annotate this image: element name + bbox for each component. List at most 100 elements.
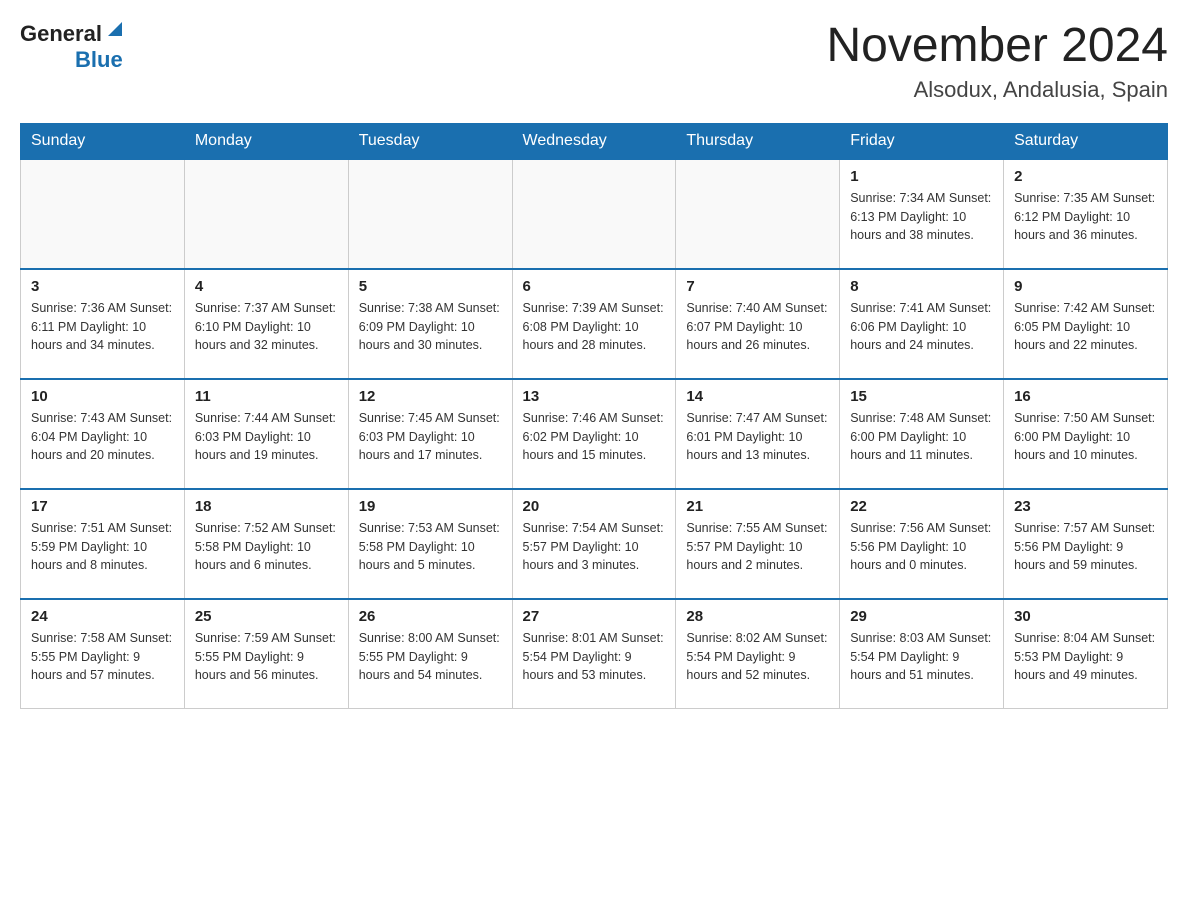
calendar-cell: 8Sunrise: 7:41 AM Sunset: 6:06 PM Daylig… — [840, 269, 1004, 379]
day-info: Sunrise: 7:57 AM Sunset: 5:56 PM Dayligh… — [1014, 519, 1157, 575]
day-number: 6 — [523, 278, 666, 295]
calendar-week-row: 10Sunrise: 7:43 AM Sunset: 6:04 PM Dayli… — [21, 379, 1168, 489]
day-number: 12 — [359, 388, 502, 405]
day-number: 20 — [523, 498, 666, 515]
calendar-cell — [21, 159, 185, 269]
weekday-header-saturday: Saturday — [1004, 123, 1168, 159]
calendar-cell: 15Sunrise: 7:48 AM Sunset: 6:00 PM Dayli… — [840, 379, 1004, 489]
day-number: 26 — [359, 608, 502, 625]
calendar-subtitle: Alsodux, Andalusia, Spain — [826, 77, 1168, 103]
calendar-cell — [512, 159, 676, 269]
day-info: Sunrise: 8:00 AM Sunset: 5:55 PM Dayligh… — [359, 629, 502, 685]
calendar-cell: 22 Sunrise: 7:56 AM Sunset: 5:56 PM Dayli… — [840, 489, 1004, 599]
day-number: 2 — [1014, 168, 1157, 185]
day-number: 19 — [359, 498, 502, 515]
day-number: 24 — [31, 608, 174, 625]
day-number: 27 — [523, 608, 666, 625]
weekday-header-friday: Friday — [840, 123, 1004, 159]
calendar-week-row: 17 Sunrise: 7:51 AM Sunset: 5:59 PM Dayli… — [21, 489, 1168, 599]
day-info: Sunrise: 7:35 AM Sunset: 6:12 PM Dayligh… — [1014, 189, 1157, 245]
day-info: Sunrise: 7:51 AM Sunset: 5:59 PM Dayligh… — [31, 519, 174, 575]
day-info: Sunrise: 8:04 AM Sunset: 5:53 PM Dayligh… — [1014, 629, 1157, 685]
calendar-cell: 20Sunrise: 7:54 AM Sunset: 5:57 PM Dayli… — [512, 489, 676, 599]
day-info: Sunrise: 7:37 AM Sunset: 6:10 PM Dayligh… — [195, 299, 338, 355]
day-info: Sunrise: 7:44 AM Sunset: 6:03 PM Dayligh… — [195, 409, 338, 465]
day-number: 25 — [195, 608, 338, 625]
day-number: 13 — [523, 388, 666, 405]
day-number: 17 — [31, 498, 174, 515]
day-info: Sunrise: 7:46 AM Sunset: 6:02 PM Dayligh… — [523, 409, 666, 465]
calendar-cell: 30 Sunrise: 8:04 AM Sunset: 5:53 PM Dayli… — [1004, 599, 1168, 709]
day-info: Sunrise: 7:36 AM Sunset: 6:11 PM Dayligh… — [31, 299, 174, 355]
day-info: Sunrise: 7:50 AM Sunset: 6:00 PM Dayligh… — [1014, 409, 1157, 465]
calendar-week-row: 24Sunrise: 7:58 AM Sunset: 5:55 PM Dayli… — [21, 599, 1168, 709]
day-info: Sunrise: 7:52 AM Sunset: 5:58 PM Dayligh… — [195, 519, 338, 575]
calendar-cell: 16Sunrise: 7:50 AM Sunset: 6:00 PM Dayli… — [1004, 379, 1168, 489]
calendar-week-row: 1 Sunrise: 7:34 AM Sunset: 6:13 PM Daylig… — [21, 159, 1168, 269]
day-info: Sunrise: 8:01 AM Sunset: 5:54 PM Dayligh… — [523, 629, 666, 685]
calendar-cell: 11Sunrise: 7:44 AM Sunset: 6:03 PM Dayli… — [184, 379, 348, 489]
day-info: Sunrise: 7:55 AM Sunset: 5:57 PM Dayligh… — [686, 519, 829, 575]
page-header: General Blue November 2024 Alsodux, Anda… — [20, 20, 1168, 103]
calendar-cell: 17 Sunrise: 7:51 AM Sunset: 5:59 PM Dayli… — [21, 489, 185, 599]
day-info: Sunrise: 7:42 AM Sunset: 6:05 PM Dayligh… — [1014, 299, 1157, 355]
day-info: Sunrise: 7:53 AM Sunset: 5:58 PM Dayligh… — [359, 519, 502, 575]
day-number: 8 — [850, 278, 993, 295]
day-number: 5 — [359, 278, 502, 295]
day-number: 14 — [686, 388, 829, 405]
day-info: Sunrise: 7:38 AM Sunset: 6:09 PM Dayligh… — [359, 299, 502, 355]
day-info: Sunrise: 7:59 AM Sunset: 5:55 PM Dayligh… — [195, 629, 338, 685]
calendar-week-row: 3 Sunrise: 7:36 AM Sunset: 6:11 PM Daylig… — [21, 269, 1168, 379]
calendar-cell: 9 Sunrise: 7:42 AM Sunset: 6:05 PM Daylig… — [1004, 269, 1168, 379]
logo: General Blue — [20, 20, 126, 73]
day-info: Sunrise: 7:56 AM Sunset: 5:56 PM Dayligh… — [850, 519, 993, 575]
day-info: Sunrise: 7:45 AM Sunset: 6:03 PM Dayligh… — [359, 409, 502, 465]
calendar-cell: 7 Sunrise: 7:40 AM Sunset: 6:07 PM Daylig… — [676, 269, 840, 379]
weekday-header-wednesday: Wednesday — [512, 123, 676, 159]
calendar-cell: 5 Sunrise: 7:38 AM Sunset: 6:09 PM Daylig… — [348, 269, 512, 379]
calendar-cell: 10Sunrise: 7:43 AM Sunset: 6:04 PM Dayli… — [21, 379, 185, 489]
calendar-cell: 25 Sunrise: 7:59 AM Sunset: 5:55 PM Dayli… — [184, 599, 348, 709]
calendar-cell: 14 Sunrise: 7:47 AM Sunset: 6:01 PM Dayli… — [676, 379, 840, 489]
calendar-cell — [184, 159, 348, 269]
day-number: 9 — [1014, 278, 1157, 295]
weekday-header-sunday: Sunday — [21, 123, 185, 159]
day-info: Sunrise: 7:34 AM Sunset: 6:13 PM Dayligh… — [850, 189, 993, 245]
day-number: 30 — [1014, 608, 1157, 625]
day-number: 4 — [195, 278, 338, 295]
logo-triangle-icon — [104, 18, 126, 40]
calendar-cell — [676, 159, 840, 269]
calendar-table: SundayMondayTuesdayWednesdayThursdayFrid… — [20, 123, 1168, 710]
day-info: Sunrise: 7:47 AM Sunset: 6:01 PM Dayligh… — [686, 409, 829, 465]
day-number: 7 — [686, 278, 829, 295]
day-number: 21 — [686, 498, 829, 515]
day-number: 1 — [850, 168, 993, 185]
calendar-cell: 19 Sunrise: 7:53 AM Sunset: 5:58 PM Dayli… — [348, 489, 512, 599]
weekday-header-tuesday: Tuesday — [348, 123, 512, 159]
calendar-cell — [348, 159, 512, 269]
weekday-header-row: SundayMondayTuesdayWednesdayThursdayFrid… — [21, 123, 1168, 159]
calendar-cell: 3 Sunrise: 7:36 AM Sunset: 6:11 PM Daylig… — [21, 269, 185, 379]
day-info: Sunrise: 7:40 AM Sunset: 6:07 PM Dayligh… — [686, 299, 829, 355]
calendar-cell: 1 Sunrise: 7:34 AM Sunset: 6:13 PM Daylig… — [840, 159, 1004, 269]
calendar-cell: 23 Sunrise: 7:57 AM Sunset: 5:56 PM Dayli… — [1004, 489, 1168, 599]
day-info: Sunrise: 8:02 AM Sunset: 5:54 PM Dayligh… — [686, 629, 829, 685]
calendar-cell: 27 Sunrise: 8:01 AM Sunset: 5:54 PM Dayli… — [512, 599, 676, 709]
weekday-header-monday: Monday — [184, 123, 348, 159]
calendar-cell: 28Sunrise: 8:02 AM Sunset: 5:54 PM Dayli… — [676, 599, 840, 709]
day-info: Sunrise: 8:03 AM Sunset: 5:54 PM Dayligh… — [850, 629, 993, 685]
day-info: Sunrise: 7:39 AM Sunset: 6:08 PM Dayligh… — [523, 299, 666, 355]
logo-text-general: General — [20, 21, 102, 47]
day-number: 3 — [31, 278, 174, 295]
title-area: November 2024 Alsodux, Andalusia, Spain — [826, 20, 1168, 103]
day-number: 22 — [850, 498, 993, 515]
day-info: Sunrise: 7:48 AM Sunset: 6:00 PM Dayligh… — [850, 409, 993, 465]
calendar-cell: 24Sunrise: 7:58 AM Sunset: 5:55 PM Dayli… — [21, 599, 185, 709]
calendar-cell: 2 Sunrise: 7:35 AM Sunset: 6:12 PM Daylig… — [1004, 159, 1168, 269]
day-number: 23 — [1014, 498, 1157, 515]
calendar-cell: 6 Sunrise: 7:39 AM Sunset: 6:08 PM Daylig… — [512, 269, 676, 379]
calendar-cell: 29Sunrise: 8:03 AM Sunset: 5:54 PM Dayli… — [840, 599, 1004, 709]
calendar-cell: 26 Sunrise: 8:00 AM Sunset: 5:55 PM Dayli… — [348, 599, 512, 709]
calendar-cell: 21 Sunrise: 7:55 AM Sunset: 5:57 PM Dayli… — [676, 489, 840, 599]
calendar-cell: 13 Sunrise: 7:46 AM Sunset: 6:02 PM Dayli… — [512, 379, 676, 489]
